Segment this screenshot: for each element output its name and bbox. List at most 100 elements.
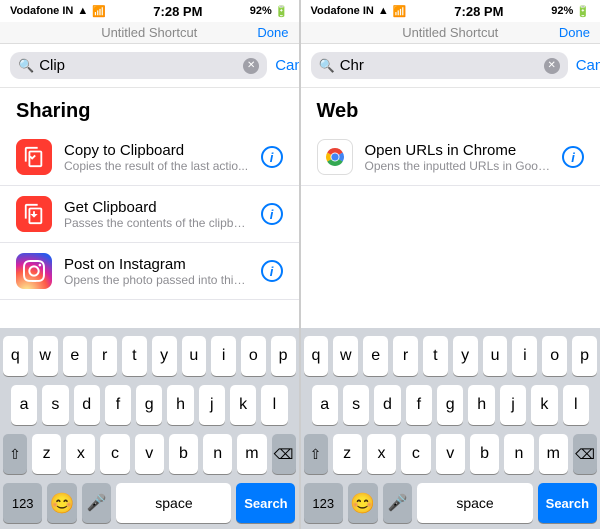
key-c-left[interactable]: c bbox=[100, 434, 129, 474]
right-panel: Vodafone IN ▲ 📶 7:28 PM 92% 🔋 Untitled S… bbox=[301, 0, 600, 529]
key-emoji-right[interactable]: 😊 bbox=[348, 483, 378, 523]
key-j-left[interactable]: j bbox=[199, 385, 225, 425]
key-n-left[interactable]: n bbox=[203, 434, 232, 474]
key-w-right[interactable]: w bbox=[333, 336, 358, 376]
status-bar-left: Vodafone IN ▲ 📶 7:28 PM 92% 🔋 bbox=[0, 0, 299, 22]
key-l-left[interactable]: l bbox=[261, 385, 287, 425]
key-g-left[interactable]: g bbox=[136, 385, 162, 425]
key-r-left[interactable]: r bbox=[92, 336, 117, 376]
key-m-left[interactable]: m bbox=[237, 434, 266, 474]
key-e-right[interactable]: e bbox=[363, 336, 388, 376]
clear-button-right[interactable]: ✕ bbox=[544, 58, 560, 74]
key-y-right[interactable]: y bbox=[453, 336, 478, 376]
key-row-1-left: q w e r t y u i o p bbox=[3, 336, 296, 376]
key-d-right[interactable]: d bbox=[374, 385, 400, 425]
key-mic-right[interactable]: 🎤 bbox=[383, 483, 413, 523]
key-v-right[interactable]: v bbox=[436, 434, 465, 474]
key-p-right[interactable]: p bbox=[572, 336, 597, 376]
key-u-left[interactable]: u bbox=[182, 336, 207, 376]
carrier-right: Vodafone IN bbox=[311, 5, 374, 17]
done-button-left[interactable]: Done bbox=[257, 25, 288, 40]
key-y-left[interactable]: y bbox=[152, 336, 177, 376]
action-item-copy-clipboard[interactable]: Copy to Clipboard Copies the result of t… bbox=[0, 129, 299, 186]
key-mic-left[interactable]: 🎤 bbox=[82, 483, 112, 523]
key-k-left[interactable]: k bbox=[230, 385, 256, 425]
key-h-right[interactable]: h bbox=[468, 385, 494, 425]
search-input-wrapper-right: 🔍 ✕ bbox=[311, 52, 568, 79]
key-l-right[interactable]: l bbox=[563, 385, 589, 425]
key-emoji-left[interactable]: 😊 bbox=[47, 483, 77, 523]
key-j-right[interactable]: j bbox=[500, 385, 526, 425]
done-button-right[interactable]: Done bbox=[559, 25, 590, 40]
title-right: Untitled Shortcut bbox=[402, 25, 498, 40]
key-delete-right[interactable]: ⌫ bbox=[573, 434, 597, 474]
key-m-right[interactable]: m bbox=[539, 434, 568, 474]
key-o-right[interactable]: o bbox=[542, 336, 567, 376]
clear-button-left[interactable]: ✕ bbox=[243, 58, 259, 74]
key-z-left[interactable]: z bbox=[32, 434, 61, 474]
key-row-3-right: ⇧ z x c v b n m ⌫ bbox=[304, 434, 598, 474]
key-space-left[interactable]: space bbox=[116, 483, 231, 523]
info-button-instagram[interactable]: i bbox=[261, 260, 283, 282]
key-e-left[interactable]: e bbox=[63, 336, 88, 376]
key-x-right[interactable]: x bbox=[367, 434, 396, 474]
key-s-right[interactable]: s bbox=[343, 385, 369, 425]
key-t-right[interactable]: t bbox=[423, 336, 448, 376]
action-item-instagram[interactable]: Post on Instagram Opens the photo passed… bbox=[0, 243, 299, 300]
instagram-subtitle: Opens the photo passed into this... bbox=[64, 273, 249, 287]
key-q-right[interactable]: q bbox=[304, 336, 329, 376]
key-o-left[interactable]: o bbox=[241, 336, 266, 376]
get-clipboard-title: Get Clipboard bbox=[64, 199, 249, 216]
key-g-right[interactable]: g bbox=[437, 385, 463, 425]
copy-clipboard-title: Copy to Clipboard bbox=[64, 142, 249, 159]
key-x-left[interactable]: x bbox=[66, 434, 95, 474]
chrome-icon bbox=[317, 139, 353, 175]
battery-right: 92% bbox=[551, 5, 573, 17]
key-w-left[interactable]: w bbox=[33, 336, 58, 376]
key-n-right[interactable]: n bbox=[504, 434, 533, 474]
key-123-left[interactable]: 123 bbox=[3, 483, 42, 523]
search-button-left[interactable]: Search bbox=[236, 483, 295, 523]
key-b-left[interactable]: b bbox=[169, 434, 198, 474]
key-space-right[interactable]: space bbox=[417, 483, 532, 523]
key-f-right[interactable]: f bbox=[406, 385, 432, 425]
key-i-left[interactable]: i bbox=[211, 336, 236, 376]
key-row-4-left: 123 😊 🎤 space Search bbox=[3, 483, 296, 523]
search-input-left[interactable] bbox=[39, 57, 238, 74]
action-item-get-clipboard[interactable]: Get Clipboard Passes the contents of the… bbox=[0, 186, 299, 243]
key-a-right[interactable]: a bbox=[312, 385, 338, 425]
left-panel: Vodafone IN ▲ 📶 7:28 PM 92% 🔋 Untitled S… bbox=[0, 0, 300, 529]
key-p-left[interactable]: p bbox=[271, 336, 296, 376]
key-123-right[interactable]: 123 bbox=[304, 483, 344, 523]
key-z-right[interactable]: z bbox=[333, 434, 362, 474]
key-k-right[interactable]: k bbox=[531, 385, 557, 425]
key-q-left[interactable]: q bbox=[3, 336, 28, 376]
cancel-button-left[interactable]: Cancel bbox=[275, 57, 299, 74]
search-input-right[interactable] bbox=[340, 57, 539, 74]
info-button-chrome[interactable]: i bbox=[562, 146, 584, 168]
key-u-right[interactable]: u bbox=[483, 336, 508, 376]
key-h-left[interactable]: h bbox=[167, 385, 193, 425]
key-i-right[interactable]: i bbox=[512, 336, 537, 376]
key-shift-right[interactable]: ⇧ bbox=[304, 434, 328, 474]
key-f-left[interactable]: f bbox=[105, 385, 131, 425]
key-delete-left[interactable]: ⌫ bbox=[272, 434, 296, 474]
action-item-chrome[interactable]: Open URLs in Chrome Opens the inputted U… bbox=[301, 129, 600, 186]
key-a-left[interactable]: a bbox=[11, 385, 37, 425]
key-r-right[interactable]: r bbox=[393, 336, 418, 376]
search-button-right[interactable]: Search bbox=[538, 483, 597, 523]
key-s-left[interactable]: s bbox=[42, 385, 68, 425]
key-t-left[interactable]: t bbox=[122, 336, 147, 376]
copy-clipboard-subtitle: Copies the result of the last actio... bbox=[64, 159, 249, 173]
info-button-get-clipboard[interactable]: i bbox=[261, 203, 283, 225]
key-c-right[interactable]: c bbox=[401, 434, 430, 474]
info-button-copy-clipboard[interactable]: i bbox=[261, 146, 283, 168]
key-row-4-right: 123 😊 🎤 space Search bbox=[304, 483, 598, 523]
key-b-right[interactable]: b bbox=[470, 434, 499, 474]
key-v-left[interactable]: v bbox=[135, 434, 164, 474]
time-right: 7:28 PM bbox=[454, 4, 503, 19]
key-shift-left[interactable]: ⇧ bbox=[3, 434, 27, 474]
results-area-left: Sharing Copy to Clipboard Copies the res… bbox=[0, 88, 299, 328]
cancel-button-right[interactable]: Cancel bbox=[576, 57, 600, 74]
key-d-left[interactable]: d bbox=[74, 385, 100, 425]
